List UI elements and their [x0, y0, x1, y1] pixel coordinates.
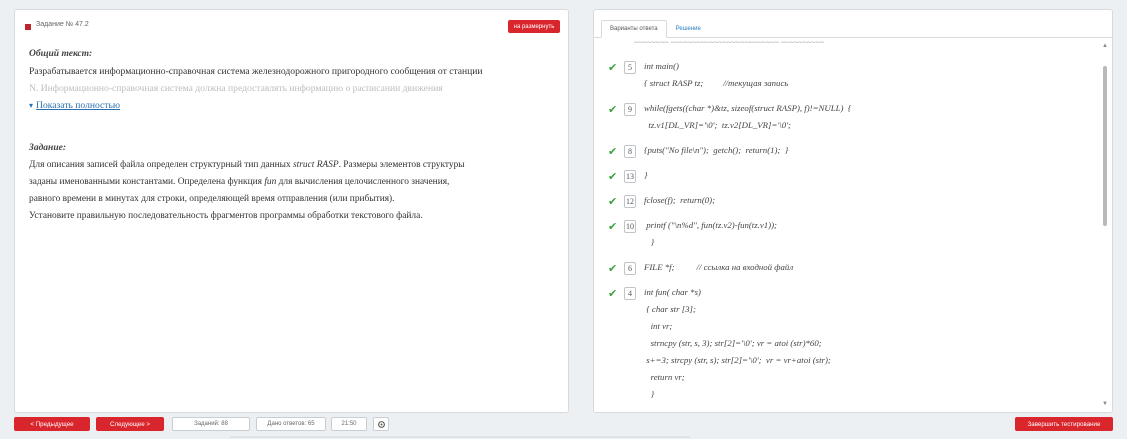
tab-solution[interactable]: Решение: [667, 20, 710, 38]
show-full-label: Показать полностью: [36, 100, 121, 111]
task-content: Общий текст: Разрабатывается информацион…: [29, 46, 557, 225]
fragment-code-line: }: [644, 170, 648, 180]
task-text-line: Установите правильную последовательность…: [29, 211, 423, 221]
fragment-code-line: return vr;: [644, 372, 685, 382]
answered-count: Дано ответов: 65: [256, 417, 326, 431]
fragment-order-number: 9: [624, 103, 636, 116]
fragment-code-line: }: [644, 237, 655, 247]
fragment-code-line: int main(): [644, 61, 679, 71]
general-text-line: Разрабатывается информационно-справочная…: [29, 66, 483, 77]
fragment-item[interactable]: ✔ 6 FILE *f; // ссылка на входной файл: [608, 261, 1078, 278]
fragment-order-number: 13: [624, 170, 636, 183]
fragment-code-line: { struct RASP tz; //текущая запись: [644, 78, 789, 88]
fragment-item[interactable]: ✔ 10 printf ("\n%d", fun(tz.v2)-fun(tz.v1…: [608, 219, 1078, 253]
task-number-label: Задание № 47.2: [36, 21, 89, 28]
scrollbar[interactable]: ▲ ▼: [1102, 42, 1108, 408]
next-button[interactable]: Следующее >: [96, 417, 164, 431]
fragment-code-line: tz.v1[DL_VR]='\0'; tz.v2[DL_VR]='\0';: [644, 120, 791, 130]
checkmark-icon: ✔: [608, 221, 618, 233]
fragment-code-line: {puts("No file\n"); getch(); return(1); …: [644, 145, 789, 155]
fragment-code-line: printf ("\n%d", fun(tz.v2)-fun(tz.v1));: [644, 220, 777, 230]
gear-icon: [377, 420, 385, 428]
scroll-down-icon[interactable]: ▼: [1102, 400, 1108, 408]
fragment-code-line: }: [644, 389, 655, 399]
fragment-order-number: 4: [624, 287, 636, 300]
task-text-line: равного времени в минутах для строки, оп…: [29, 194, 395, 204]
general-text-faded-line: N. Информационно-справочная система долж…: [29, 83, 443, 94]
fragment-code-line: strncpy (str, s, 3); str[2]='\0'; vr = a…: [644, 338, 822, 348]
settings-button[interactable]: [373, 417, 389, 431]
checkmark-icon: ✔: [608, 104, 618, 116]
task-text-line: Для описания записей файла определен стр…: [29, 160, 465, 170]
chevron-down-icon: ▾: [29, 101, 34, 110]
fragment-code-line: fclose(f); return(0);: [644, 195, 716, 205]
checkmark-icon: ✔: [608, 171, 618, 183]
bottom-divider: [230, 436, 690, 438]
fragment-item[interactable]: ✔ 12 fclose(f); return(0);: [608, 194, 1078, 211]
expand-button[interactable]: на размернуть: [508, 20, 560, 33]
answer-tabs: Варианты ответа Решение: [601, 20, 710, 38]
checkmark-icon: ✔: [608, 263, 618, 275]
fragment-item[interactable]: ✔ 4 int fun( char *s) { char str [3]; int …: [608, 286, 1078, 405]
timer: 21:50: [331, 417, 367, 431]
fragment-code-line: { char str [3];: [644, 304, 696, 314]
fragment-item[interactable]: ✔ 5 int main() { struct RASP tz; //текущая …: [608, 60, 1078, 94]
tab-answer-options[interactable]: Варианты ответа: [601, 20, 667, 38]
answer-panel: Варианты ответа Решение ~~~~~~~~ ~~~~~~~…: [593, 9, 1113, 413]
task-title: Задание:: [29, 143, 66, 153]
task-panel: Задание № 47.2 на размернуть Общий текст…: [14, 9, 569, 413]
tasks-count: Заданий: 88: [172, 417, 250, 431]
task-text-line: заданы именованными константами. Определ…: [29, 177, 450, 187]
checkmark-icon: ✔: [608, 62, 618, 74]
checkmark-icon: ✔: [608, 288, 618, 300]
general-text-title: Общий текст:: [29, 49, 93, 59]
task-marker-icon: [25, 24, 31, 30]
fragment-item[interactable]: ✔ 9 while(fgets((char *)&tz, sizeof(struct…: [608, 102, 1078, 136]
fragment-order-number: 10: [624, 220, 636, 233]
fragment-order-number: 12: [624, 195, 636, 208]
scroll-up-icon[interactable]: ▲: [1102, 42, 1108, 50]
fragment-code-line: FILE *f; // ссылка на входной файл: [644, 262, 794, 272]
checkmark-icon: ✔: [608, 146, 618, 158]
fragment-item[interactable]: ✔ 8 {puts("No file\n"); getch(); return(1)…: [608, 144, 1078, 161]
fragment-order-number: 5: [624, 61, 636, 74]
fragment-order-number: 8: [624, 145, 636, 158]
scrollbar-thumb[interactable]: [1103, 66, 1107, 226]
task-header: Задание № 47.2 на размернуть: [25, 20, 560, 36]
bottom-toolbar: < Предыдущее Следующее > Заданий: 88 Дан…: [0, 414, 1127, 439]
checkmark-icon: ✔: [608, 196, 618, 208]
fragment-order-number: 6: [624, 262, 636, 275]
fragment-code-line: while(fgets((char *)&tz, sizeof(struct R…: [644, 103, 852, 113]
show-full-link[interactable]: ▾ Показать полностью: [29, 97, 557, 114]
fragment-code-line: int vr;: [644, 321, 673, 331]
finish-test-button[interactable]: Завершить тестирование: [1015, 417, 1113, 431]
fragment-item[interactable]: ✔ 13}: [608, 169, 1078, 186]
clipped-fragment-text: ~~~~~~~~ ~~~~~~~~~~~~~~~~~~~~~~~~~ ~~~~~…: [634, 38, 825, 47]
fragment-code-line: s+=3; strcpy (str, s); str[2]='\0'; vr =…: [644, 355, 831, 365]
fragment-code-line: int fun( char *s): [644, 287, 701, 297]
prev-button[interactable]: < Предыдущее: [14, 417, 90, 431]
